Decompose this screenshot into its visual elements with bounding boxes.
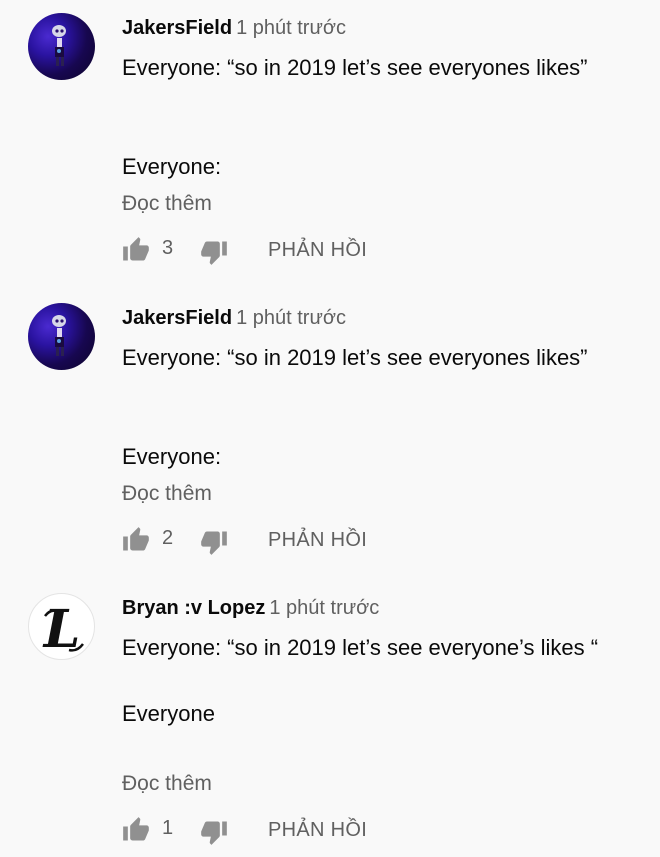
figure-avatar-icon xyxy=(52,315,66,356)
comment-timestamp[interactable]: 1 phút trước xyxy=(236,17,346,39)
letter-l-avatar-icon: L xyxy=(42,599,84,659)
reply-button[interactable]: PHẢN HỒI xyxy=(268,529,367,552)
comment-thread-item: L Bryan :v Lopez 1 phút trước Everyone: “… xyxy=(0,580,660,857)
like-count: 3 xyxy=(162,237,174,259)
like-button[interactable] xyxy=(122,236,150,264)
author-avatar[interactable]: L xyxy=(28,593,95,660)
comment-text-line: Everyone: “so in 2019 let’s see everyone… xyxy=(122,345,588,370)
comment-header: JakersField 1 phút trước xyxy=(122,306,346,330)
thumbs-up-icon xyxy=(123,237,149,261)
comment-text-line: Everyone: xyxy=(122,444,222,469)
thumbs-down-icon xyxy=(201,531,227,555)
comment-text-line: Everyone: “so in 2019 let’s see everyone… xyxy=(122,55,588,80)
comment-text-line: Everyone xyxy=(122,701,215,726)
comment-action-bar: 1 PHẢN HỒI xyxy=(122,816,522,846)
thumbs-up-icon xyxy=(123,817,149,841)
comment-text-line: Everyone: “so in 2019 let’s see everyone… xyxy=(122,635,599,660)
read-more-link[interactable]: Đọc thêm xyxy=(122,191,212,217)
comment-text-line: Everyone: xyxy=(122,154,222,179)
dislike-button[interactable] xyxy=(200,818,228,846)
reply-button[interactable]: PHẢN HỒI xyxy=(268,819,367,842)
thumbs-up-icon xyxy=(123,527,149,551)
comment-author[interactable]: JakersField xyxy=(122,17,232,39)
comment-thread-item: JakersField 1 phút trước Everyone: “so in… xyxy=(0,0,660,290)
like-count: 1 xyxy=(162,817,174,839)
reply-button[interactable]: PHẢN HỒI xyxy=(268,239,367,262)
comment-header: Bryan :v Lopez 1 phút trước xyxy=(122,596,379,620)
author-avatar[interactable] xyxy=(28,303,95,370)
author-avatar[interactable] xyxy=(28,13,95,80)
comment-action-bar: 2 PHẢN HỒI xyxy=(122,526,522,556)
comment-timestamp[interactable]: 1 phút trước xyxy=(269,597,379,619)
comment-action-bar: 3 PHẢN HỒI xyxy=(122,236,522,266)
dislike-button[interactable] xyxy=(200,238,228,266)
comment-thread-item: JakersField 1 phút trước Everyone: “so in… xyxy=(0,290,660,580)
read-more-link[interactable]: Đọc thêm xyxy=(122,771,212,797)
comment-timestamp[interactable]: 1 phút trước xyxy=(236,307,346,329)
dislike-button[interactable] xyxy=(200,528,228,556)
comment-author[interactable]: Bryan :v Lopez xyxy=(122,597,265,619)
read-more-link[interactable]: Đọc thêm xyxy=(122,481,212,507)
comment-header: JakersField 1 phút trước xyxy=(122,16,346,40)
thumbs-down-icon xyxy=(201,241,227,265)
comment-author[interactable]: JakersField xyxy=(122,307,232,329)
thumbs-down-icon xyxy=(201,821,227,845)
figure-avatar-icon xyxy=(52,25,66,66)
like-button[interactable] xyxy=(122,526,150,554)
like-button[interactable] xyxy=(122,816,150,844)
like-count: 2 xyxy=(162,527,174,549)
